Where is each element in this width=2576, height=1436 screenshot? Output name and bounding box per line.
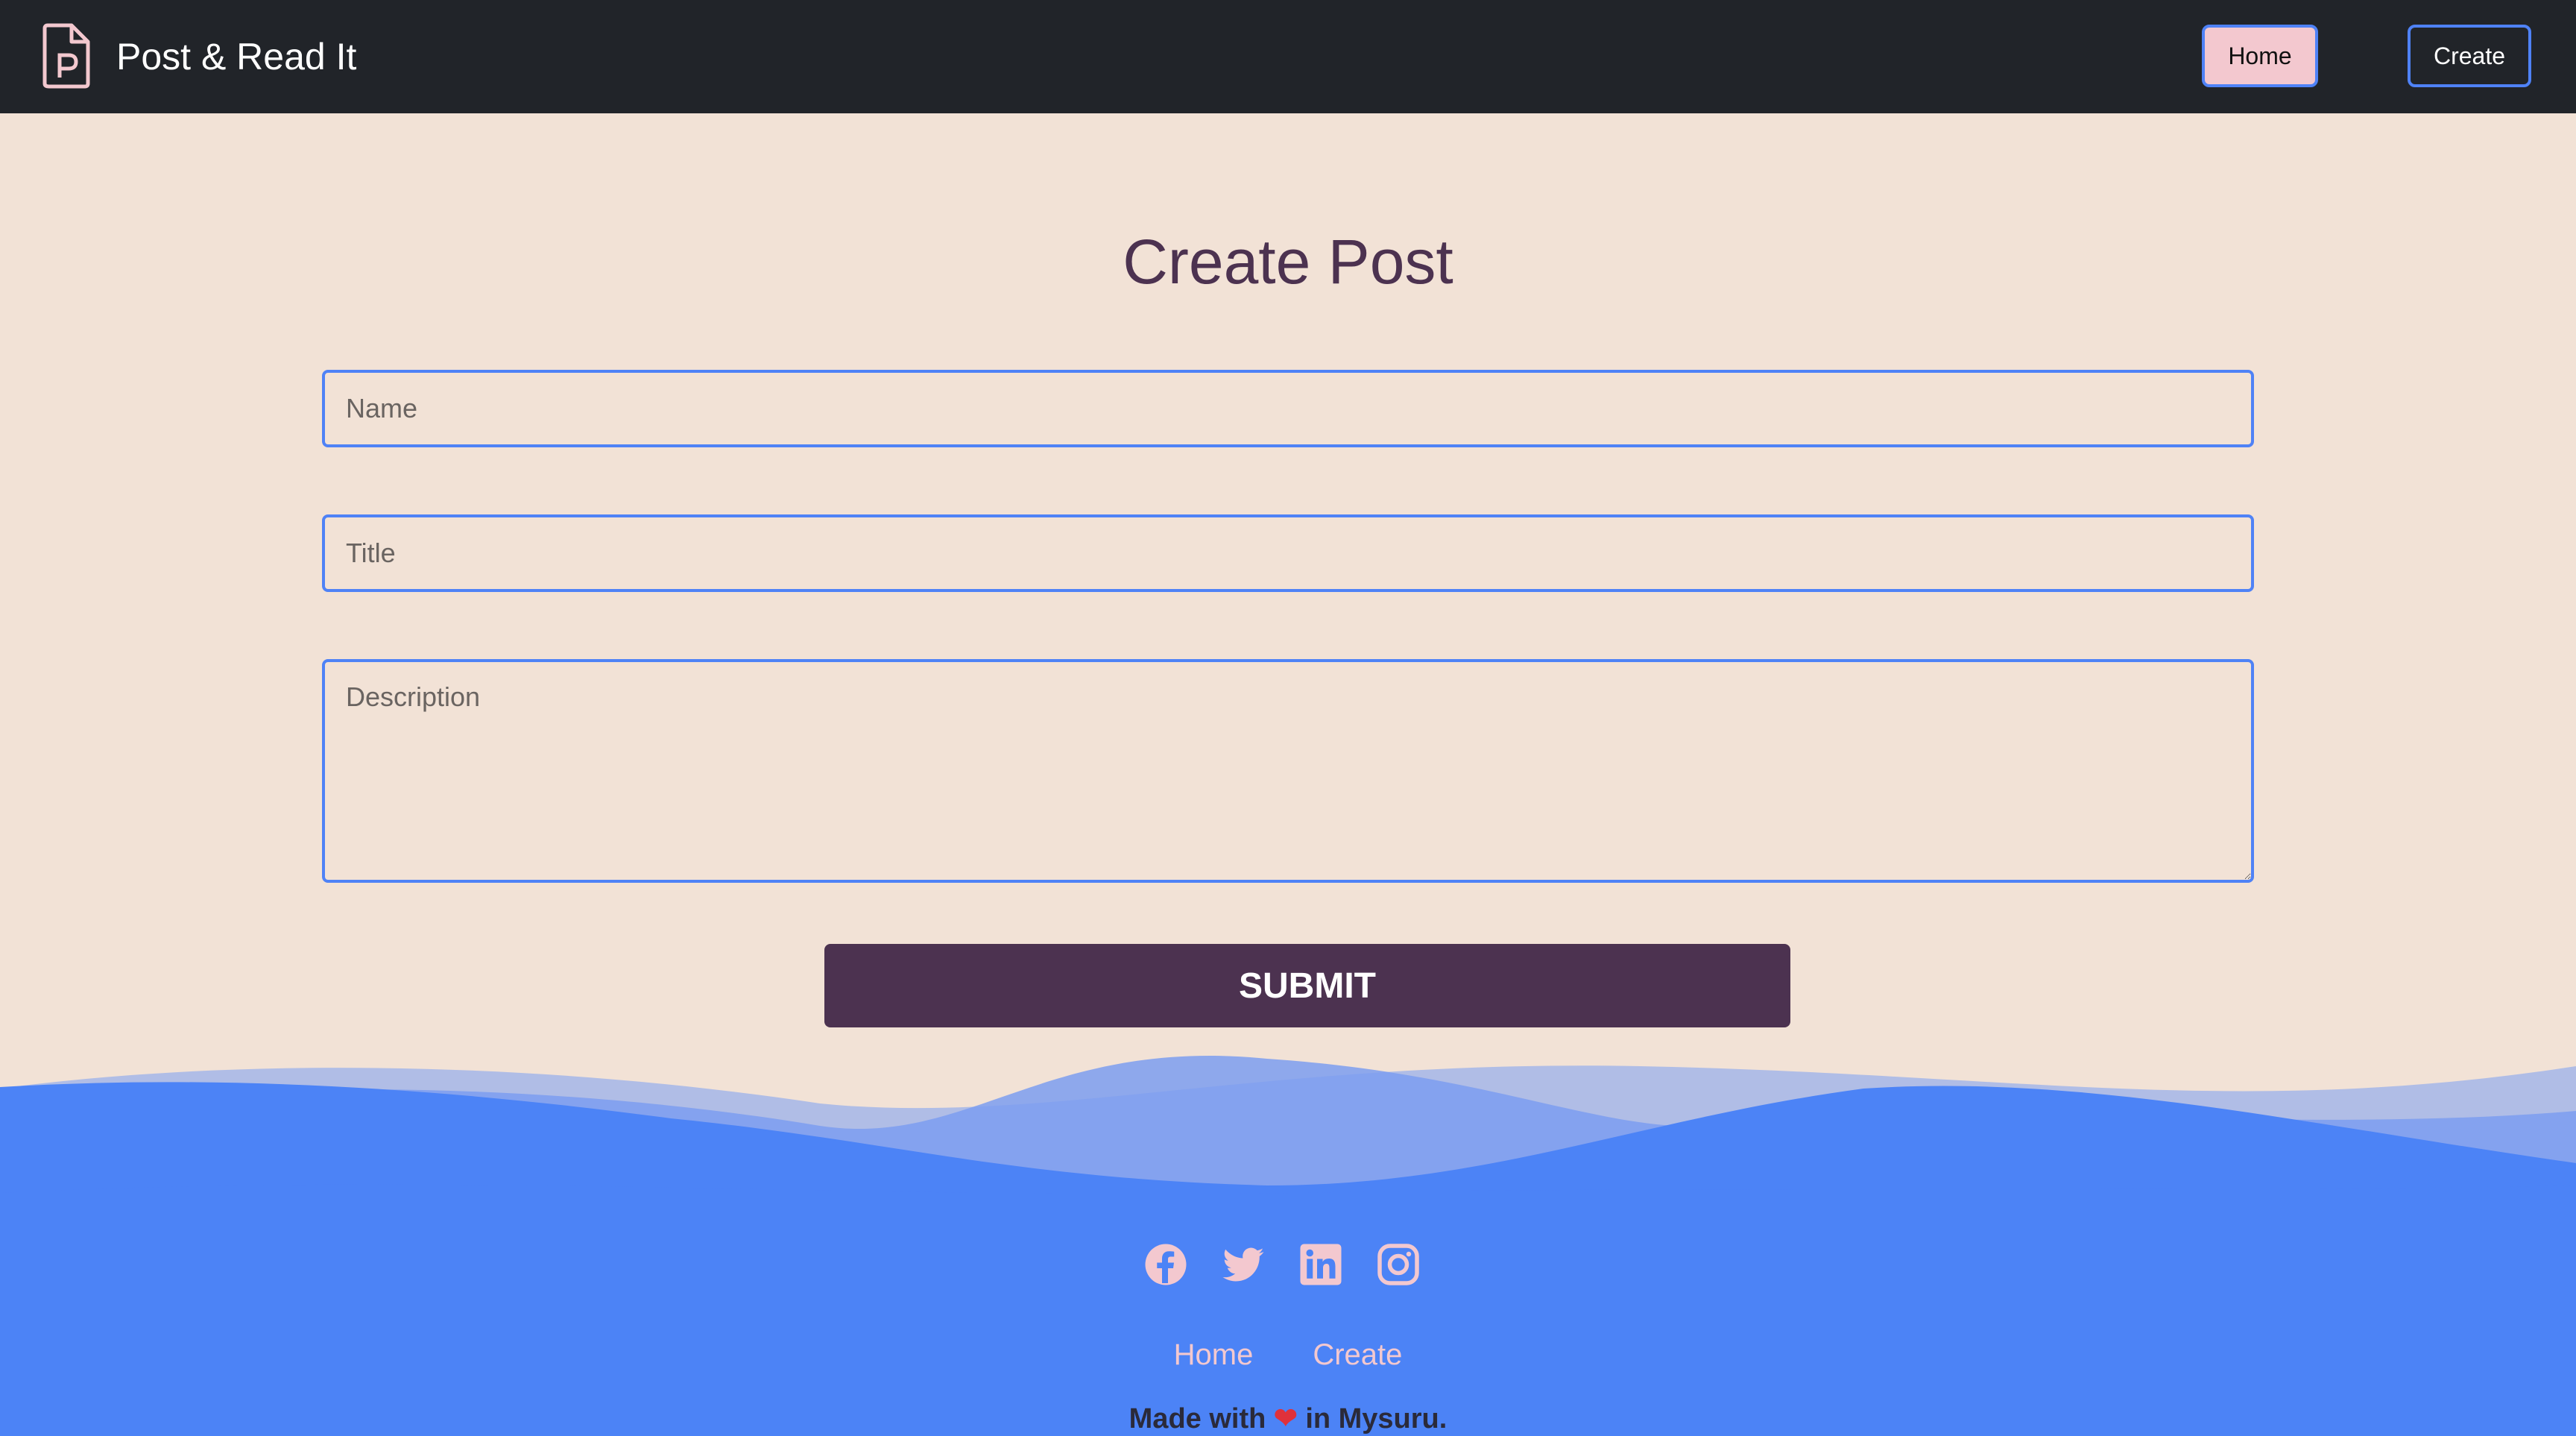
heart-icon: ❤	[1273, 1403, 1298, 1435]
made-suffix: in Mysuru.	[1305, 1403, 1448, 1435]
instagram-icon[interactable]	[1376, 1242, 1421, 1287]
facebook-icon[interactable]	[1143, 1242, 1188, 1287]
footer-links: Home Create	[0, 1336, 2576, 1373]
page-title: Create Post	[1123, 227, 1453, 297]
description-textarea[interactable]	[322, 659, 2254, 883]
title-input[interactable]	[322, 514, 2254, 592]
submit-button[interactable]: SUBMIT	[824, 944, 1790, 1027]
footer-link-create[interactable]: Create	[1313, 1336, 1402, 1373]
nav-home-button[interactable]: Home	[2202, 25, 2318, 87]
made-with-text: Made with ❤ in Mysuru.	[0, 1402, 2576, 1436]
nav-create-button[interactable]: Create	[2408, 25, 2531, 87]
social-icons	[0, 1242, 2570, 1287]
post-document-icon[interactable]	[42, 22, 92, 89]
navbar: Post & Read It Home Create	[0, 0, 2576, 113]
name-input[interactable]	[322, 370, 2254, 447]
linkedin-icon[interactable]	[1298, 1242, 1343, 1287]
twitter-icon[interactable]	[1221, 1242, 1266, 1287]
footer-link-home[interactable]: Home	[1174, 1336, 1254, 1373]
made-prefix: Made with	[1128, 1403, 1266, 1435]
footer-waves	[0, 1056, 2576, 1436]
brand-name[interactable]: Post & Read It	[116, 33, 356, 81]
